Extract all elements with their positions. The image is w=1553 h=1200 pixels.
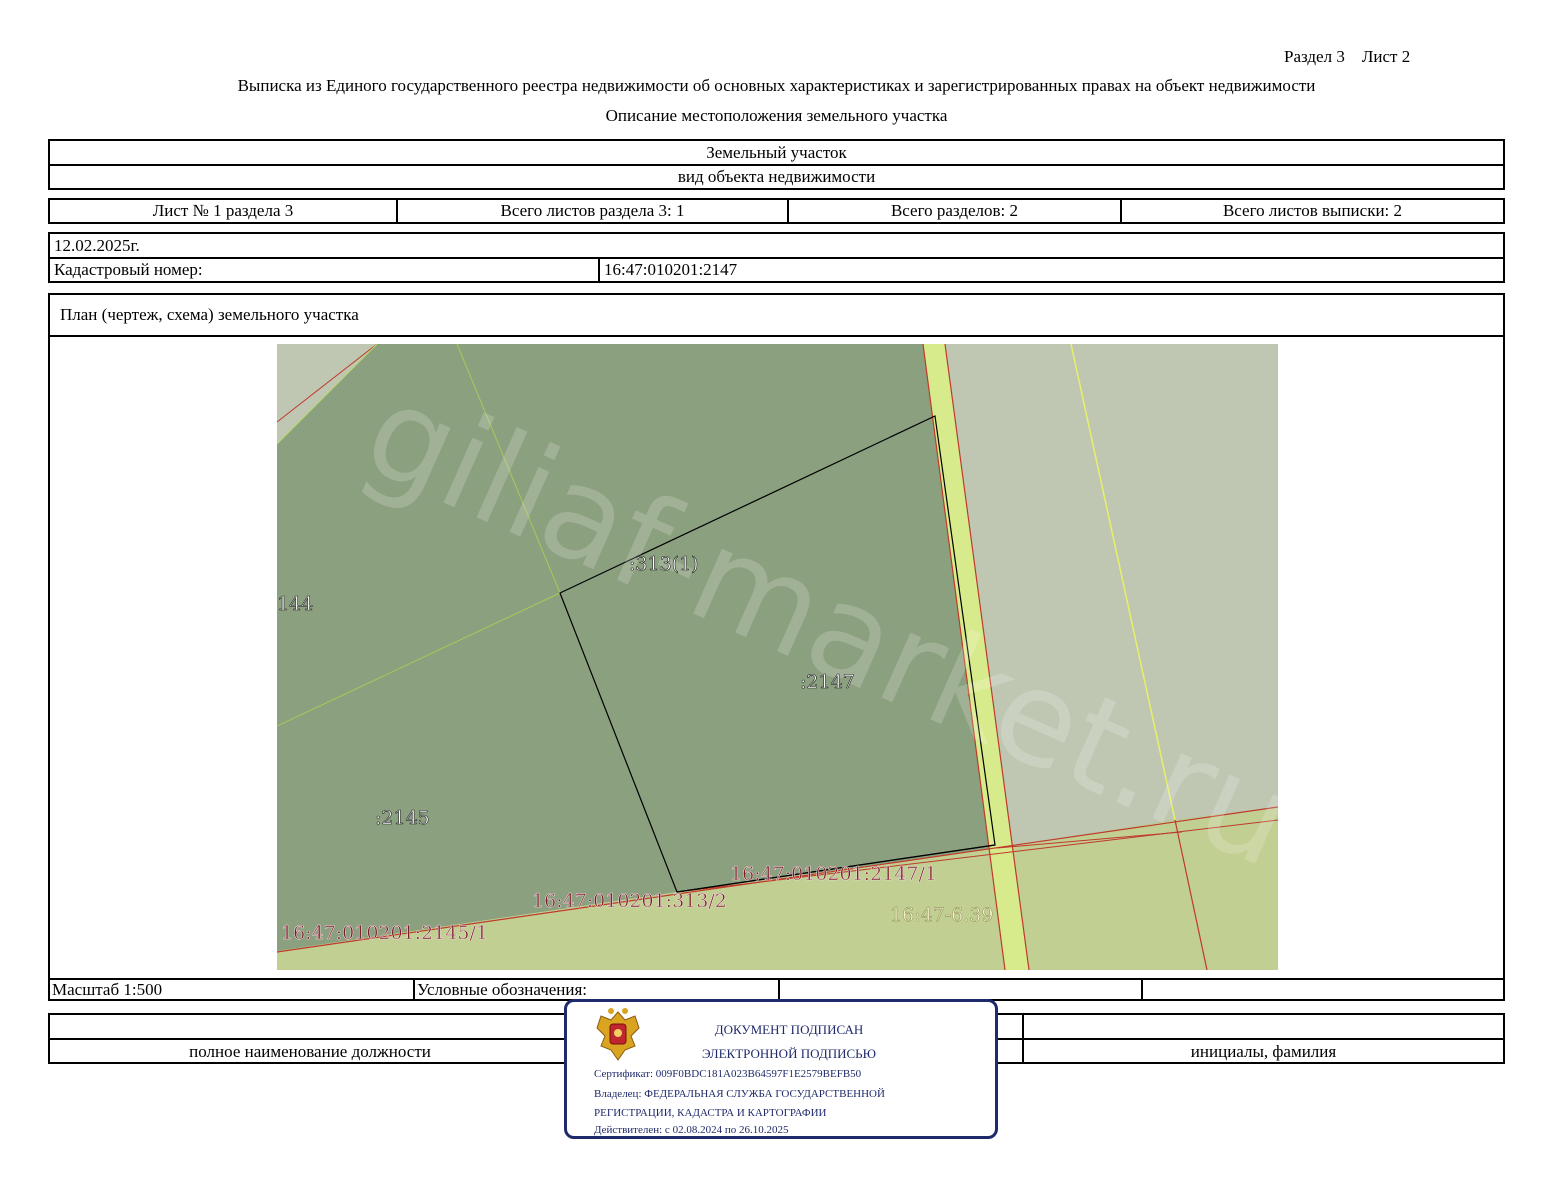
- label-313-2: 16:47:010201:313/2: [532, 890, 727, 912]
- scale-label: Масштаб 1:500: [52, 979, 163, 999]
- document-title: Выписка из Единого государственного реес…: [237, 76, 1316, 95]
- stamp-owner-2: РЕГИСТРАЦИИ, КАДАСТРА И КАРТОГРАФИИ: [594, 1107, 827, 1119]
- section-sheet-label: Раздел 3 Лист 2: [1284, 47, 1411, 66]
- total-sheets-extract: Всего листов выписки: 2: [1222, 201, 1403, 220]
- label-6-39: 16:47-6.39: [890, 904, 993, 926]
- scale-legend-row: Масштаб 1:500 Условные обозначения:: [48, 978, 1505, 1001]
- stamp-validity: Действителен: с 02.08.2024 по 26.10.2025: [594, 1124, 789, 1136]
- name-caption: инициалы, фамилия: [1190, 1042, 1337, 1061]
- info-table: 12.02.2025г. Кадастровый номер: 16:47:01…: [48, 232, 1505, 283]
- object-type-value: Земельный участок: [706, 143, 847, 162]
- label-2147: :2147: [800, 671, 855, 693]
- sheet-number: Лист № 1 раздела 3: [152, 201, 294, 220]
- position-caption: полное наименование должности: [189, 1042, 431, 1061]
- total-sheets-section: Всего листов раздела 3: 1: [500, 201, 685, 220]
- land-plot-map: giliaf-market.ru :313(1) 144 :2147 :2145…: [277, 344, 1278, 970]
- legend-label: Условные обозначения:: [417, 979, 588, 999]
- stamp-certificate: Сертификат: 009F0BDC181A023B64597F1E2579…: [594, 1068, 862, 1080]
- plan-heading: План (чертеж, схема) земельного участка: [60, 305, 359, 324]
- stamp-owner-1: Владелец: ФЕДЕРАЛЬНАЯ СЛУЖБА ГОСУДАРСТВЕ…: [594, 1088, 885, 1100]
- label-2145: :2145: [375, 807, 430, 829]
- label-2147-1: 16:47:010201:2147/1: [730, 863, 937, 885]
- stamp-line-1: ДОКУМЕНТ ПОДПИСАН: [714, 1022, 864, 1037]
- cadastral-number-value: 16:47:010201:2147: [604, 260, 738, 279]
- object-type-table: Земельный участок вид объекта недвижимос…: [48, 139, 1505, 190]
- sheets-row: Лист № 1 раздела 3 Всего листов раздела …: [48, 198, 1505, 224]
- label-144: 144: [277, 593, 313, 615]
- extract-date: 12.02.2025г.: [54, 236, 140, 255]
- stamp-line-2: ЭЛЕКТРОННОЙ ПОДПИСЬЮ: [702, 1046, 876, 1061]
- label-2145-1: 16:47:010201:2145/1: [281, 922, 488, 944]
- total-sections: Всего разделов: 2: [890, 201, 1019, 220]
- cadastral-number-label: Кадастровый номер:: [54, 260, 203, 279]
- object-type-caption: вид объекта недвижимости: [677, 167, 876, 186]
- label-313-1: :313(1): [629, 553, 699, 575]
- e-signature-stamp: ДОКУМЕНТ ПОДПИСАН ЭЛЕКТРОННОЙ ПОДПИСЬЮ С…: [564, 999, 998, 1139]
- document-subtitle: Описание местоположения земельного участ…: [605, 106, 948, 125]
- land-plot-map-svg: giliaf-market.ru :313(1) 144 :2147 :2145…: [277, 344, 1278, 970]
